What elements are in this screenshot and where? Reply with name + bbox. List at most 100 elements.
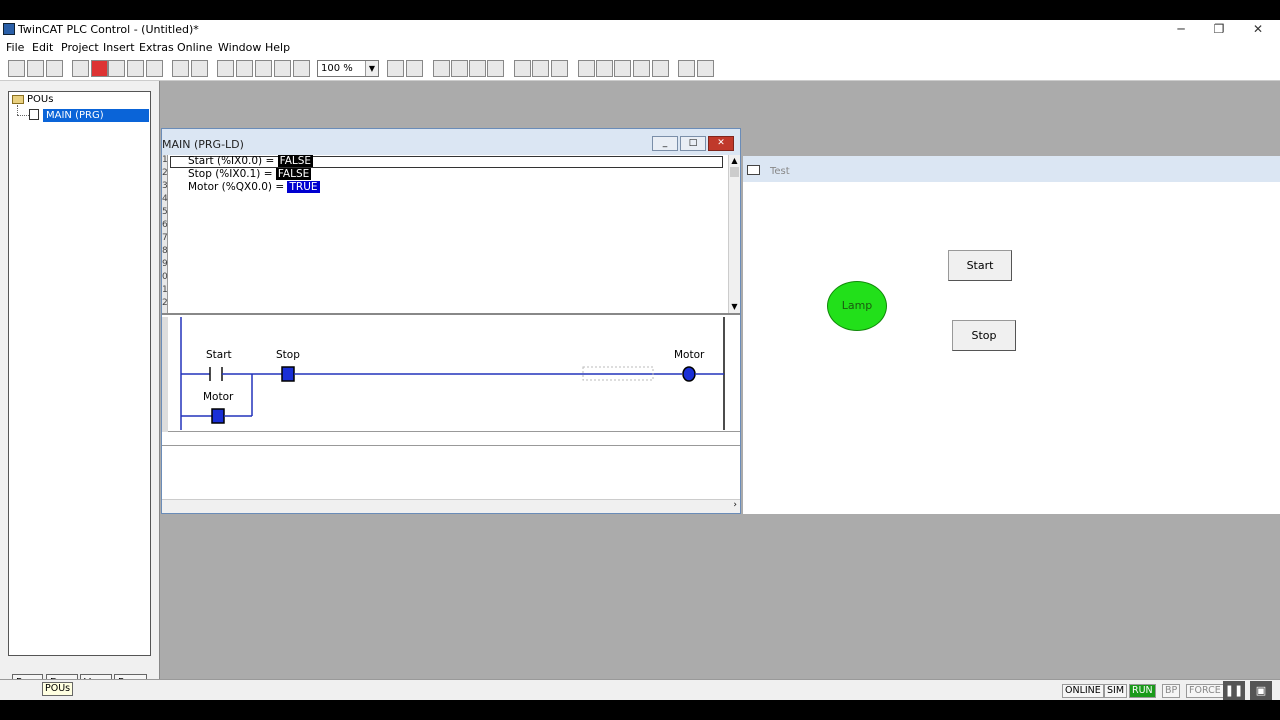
- menu-edit[interactable]: Edit: [32, 41, 53, 54]
- comment-icon[interactable]: [406, 60, 423, 77]
- menu-bar: File Edit Project Insert Extras Online W…: [0, 39, 1280, 57]
- stop-contact-label: Stop: [276, 349, 300, 361]
- editor-minimize-button[interactable]: _: [652, 136, 678, 151]
- coil-icon[interactable]: [514, 60, 531, 77]
- variable-stop-value: FALSE: [275, 168, 312, 180]
- chevron-down-icon[interactable]: ▼: [365, 61, 378, 76]
- cut-icon[interactable]: [172, 60, 189, 77]
- toolbar: 100 % ▼: [0, 57, 1280, 81]
- cut2-icon[interactable]: [217, 60, 234, 77]
- tree-connector: [17, 105, 18, 115]
- variable-motor-value: TRUE: [287, 181, 320, 193]
- status-force: FORCE: [1186, 684, 1224, 698]
- pause-icon[interactable]: ❚❚: [1223, 681, 1245, 700]
- variable-motor-name: Motor (%QX0.0) =: [188, 181, 288, 193]
- jump-icon[interactable]: [596, 60, 613, 77]
- print-icon[interactable]: [146, 60, 163, 77]
- visualization-header: Test: [743, 156, 1280, 182]
- restore-button[interactable]: ❐: [1201, 20, 1237, 39]
- visualization-icon: [747, 165, 760, 175]
- network-icon[interactable]: [387, 60, 404, 77]
- menu-window[interactable]: Window: [218, 41, 261, 54]
- tree-root-pous[interactable]: POUs: [12, 94, 53, 105]
- line-number: 5: [162, 207, 168, 217]
- menu-help[interactable]: Help: [265, 41, 290, 54]
- contact-negated-icon[interactable]: [469, 60, 486, 77]
- return-icon[interactable]: [614, 60, 631, 77]
- chevron-down-icon[interactable]: ▼: [729, 301, 740, 313]
- select-icon[interactable]: [697, 60, 714, 77]
- menu-file[interactable]: File: [6, 41, 24, 54]
- scroll-thumb[interactable]: [730, 167, 739, 177]
- variable-start-value: FALSE: [277, 155, 314, 167]
- menu-insert[interactable]: Insert: [103, 41, 135, 54]
- motor-contact: [211, 408, 225, 424]
- start-button[interactable]: Start: [948, 250, 1012, 281]
- title-bar: TwinCAT PLC Control - (Untitled)* ─ ❐ ✕: [0, 20, 1280, 39]
- line-number: 2: [162, 298, 168, 308]
- contact-icon[interactable]: [433, 60, 450, 77]
- login-icon[interactable]: [108, 60, 125, 77]
- editor-close-button[interactable]: ✕: [708, 136, 734, 151]
- editor-header: MAIN (PRG-LD) _ □ ✕: [162, 129, 740, 155]
- main-editor-window: MAIN (PRG-LD) _ □ ✕ 1 2 3 4 5 6 7 8 9 0 …: [161, 128, 741, 514]
- line-number: 1: [162, 285, 168, 295]
- line-number: 1: [162, 155, 168, 165]
- function-icon[interactable]: [633, 60, 650, 77]
- lamp-indicator: Lamp: [827, 281, 887, 331]
- minimize-button[interactable]: ─: [1163, 20, 1199, 39]
- editor-maximize-button[interactable]: □: [680, 136, 706, 151]
- line-gutter: 1 2 3 4 5 6 7 8 9 0 1 2: [162, 155, 168, 313]
- declaration-scrollbar[interactable]: ▲ ▼: [728, 155, 740, 313]
- declaration-pane[interactable]: 1 2 3 4 5 6 7 8 9 0 1 2 Start (%IX0.0) =…: [162, 155, 740, 315]
- status-bar: POUs ONLINE SIM RUN BP FORCE ❚❚ ▣: [0, 679, 1280, 700]
- tooltip-pous: POUs: [42, 682, 74, 696]
- stop-contact: [281, 366, 295, 382]
- stop-icon[interactable]: [91, 60, 108, 77]
- zoom-select[interactable]: 100 % ▼: [317, 60, 379, 77]
- empty-network[interactable]: [162, 432, 740, 446]
- motor-coil-label: Motor: [674, 349, 705, 361]
- rebuild-icon[interactable]: [72, 60, 89, 77]
- copy2-icon[interactable]: [236, 60, 253, 77]
- chevron-up-icon[interactable]: ▲: [729, 155, 740, 167]
- reset-coil-icon[interactable]: [551, 60, 568, 77]
- visualization-title: Test: [770, 166, 790, 177]
- ladder-pane[interactable]: Start Stop Motor Motor: [162, 317, 740, 432]
- save-icon[interactable]: [46, 60, 63, 77]
- line-number: 0: [162, 272, 168, 282]
- variable-start-name: Start (%IX0.0) =: [188, 155, 278, 167]
- set-coil-icon[interactable]: [532, 60, 549, 77]
- variable-stop[interactable]: Stop (%IX0.1) = FALSE: [188, 168, 312, 180]
- variable-motor[interactable]: Motor (%QX0.0) = TRUE: [188, 181, 320, 193]
- menu-extras[interactable]: Extras: [139, 41, 174, 54]
- menu-online[interactable]: Online: [177, 41, 212, 54]
- window-title: TwinCAT PLC Control - (Untitled)*: [18, 23, 199, 36]
- block-icon[interactable]: [652, 60, 669, 77]
- find-icon[interactable]: [274, 60, 291, 77]
- parallel-contact-icon[interactable]: [451, 60, 468, 77]
- horizontal-scrollbar[interactable]: ›: [162, 499, 740, 513]
- chevron-right-icon[interactable]: ›: [733, 500, 737, 510]
- variable-start[interactable]: Start (%IX0.0) = FALSE: [188, 155, 314, 167]
- close-button[interactable]: ✕: [1240, 20, 1276, 39]
- line-number: 4: [162, 194, 168, 204]
- fullscreen-icon[interactable]: ▣: [1250, 681, 1272, 700]
- pen-icon[interactable]: [678, 60, 695, 77]
- copy-icon[interactable]: [191, 60, 208, 77]
- line-number: 3: [162, 181, 168, 191]
- open-file-icon[interactable]: [27, 60, 44, 77]
- box-icon[interactable]: [578, 60, 595, 77]
- status-bp: BP: [1162, 684, 1181, 698]
- tree-item-main[interactable]: MAIN (PRG): [43, 109, 149, 122]
- app-window: TwinCAT PLC Control - (Untitled)* ─ ❐ ✕ …: [0, 20, 1280, 700]
- status-run: RUN: [1129, 684, 1156, 698]
- stop-button[interactable]: Stop: [952, 320, 1016, 351]
- paste-icon[interactable]: [255, 60, 272, 77]
- new-file-icon[interactable]: [8, 60, 25, 77]
- status-online: ONLINE: [1062, 684, 1104, 698]
- replace-icon[interactable]: [293, 60, 310, 77]
- parallel-negated-icon[interactable]: [487, 60, 504, 77]
- menu-project[interactable]: Project: [61, 41, 99, 54]
- logout-icon[interactable]: [127, 60, 144, 77]
